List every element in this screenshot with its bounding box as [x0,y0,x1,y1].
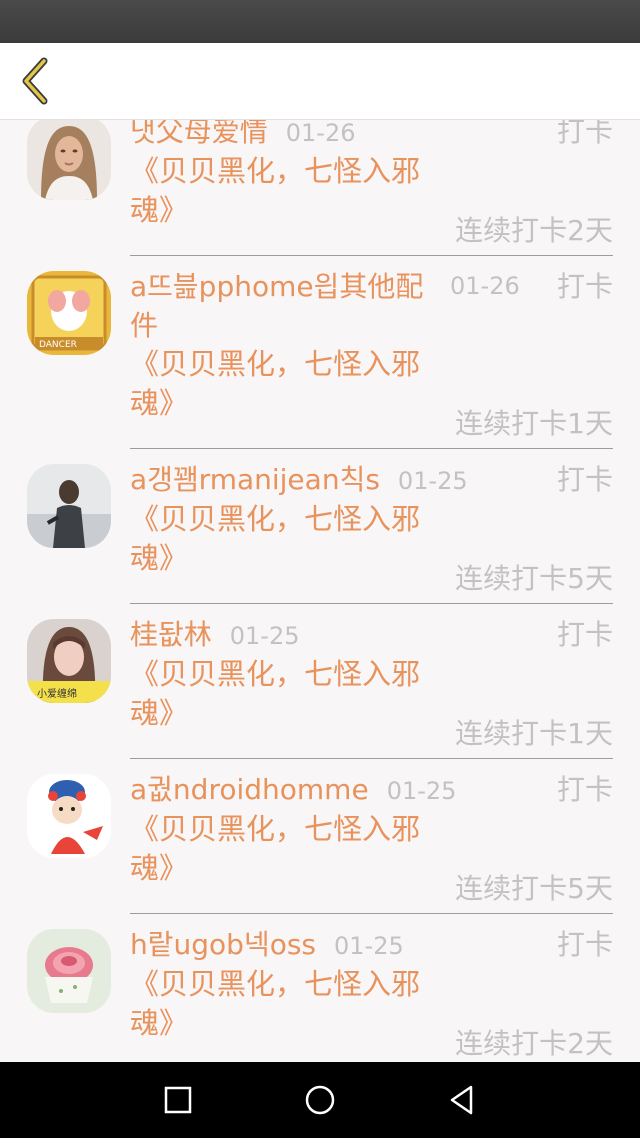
book-title[interactable]: 《贝贝黑化，七怪入邪魂》 [130,810,430,888]
entry-text: a갱꽴rmanijean칙s 01-25 打卡 《贝贝黑化，七怪入邪魂》 连续打卡… [130,460,613,604]
checkin-date: 01-26 [450,272,520,300]
checkin-action: 打卡 [556,773,613,806]
avatar[interactable] [27,464,111,548]
checkin-date: 01-25 [229,622,300,650]
list-item[interactable]: DANCER a뜨븚pphome읩其他配件 01-26 打卡 《贝贝黑化，七怪入邪… [0,256,640,449]
checkin-action: 打卡 [556,270,613,303]
checkin-action: 打卡 [556,120,613,148]
book-title[interactable]: 《贝贝黑化，七怪入邪魂》 [130,500,430,578]
top-bar [0,43,640,120]
list-item[interactable]: h랕ugob넥oss 01-25 打卡 《贝贝黑化，七怪入邪魂》 连续打卡2天 [0,914,640,1062]
list-item[interactable]: a갱꽴rmanijean칙s 01-25 打卡 《贝贝黑化，七怪入邪魂》 连续打卡… [0,449,640,604]
list-item[interactable]: a궚ndroidhomme 01-25 打卡 《贝贝黑化，七怪入邪魂》 连续打卡5… [0,759,640,914]
streak-count: 连续打卡5天 [455,872,613,905]
checkin-date: 01-25 [397,467,468,495]
streak-count: 连续打卡5天 [455,562,613,595]
checkin-action: 打卡 [556,928,613,961]
checkin-feed[interactable]: 냇父母爱情 01-26 打卡 《贝贝黑化，七怪入邪魂》 连续打卡2天 DANCER [0,120,640,1062]
checkin-date: 01-26 [285,120,356,147]
list-item[interactable]: 냇父母爱情 01-26 打卡 《贝贝黑化，七怪入邪魂》 连续打卡2天 [0,120,640,256]
recents-button[interactable] [154,1076,202,1124]
streak-count: 连续打卡2天 [455,1027,613,1060]
svg-text:DANCER: DANCER [39,340,77,350]
checkin-action: 打卡 [556,463,613,496]
username[interactable]: 桂돲林 [130,618,212,651]
checkin-action: 打卡 [556,618,613,651]
back-nav-button[interactable] [438,1076,486,1124]
svg-text:小爱缠绵: 小爱缠绵 [37,687,77,700]
checkin-date: 01-25 [386,777,457,805]
circle-icon [305,1085,335,1115]
entry-text: a궚ndroidhomme 01-25 打卡 《贝贝黑化，七怪入邪魂》 连续打卡5… [130,770,613,914]
username[interactable]: a궚ndroidhomme [130,773,369,806]
book-title[interactable]: 《贝贝黑化，七怪入邪魂》 [130,965,430,1043]
entry-text: 桂돲林 01-25 打卡 《贝贝黑化，七怪入邪魂》 连续打卡1天 [130,615,613,759]
username[interactable]: a갱꽴rmanijean칙s [130,463,380,496]
triangle-back-icon [450,1085,473,1115]
username[interactable]: 냇父母爱情 [130,120,268,148]
back-button[interactable] [10,53,60,109]
status-bar [0,0,640,43]
avatar[interactable] [27,120,111,200]
book-title[interactable]: 《贝贝黑化，七怪入邪魂》 [130,152,430,230]
book-title[interactable]: 《贝贝黑化，七怪入邪魂》 [130,345,430,423]
entry-text: 냇父母爱情 01-26 打卡 《贝贝黑化，七怪入邪魂》 连续打卡2天 [130,120,613,256]
streak-count: 连续打卡2天 [455,214,613,247]
book-title[interactable]: 《贝贝黑化，七怪入邪魂》 [130,655,430,733]
entry-text: a뜨븚pphome읩其他配件 01-26 打卡 《贝贝黑化，七怪入邪魂》 连续打卡… [130,267,613,449]
streak-count: 连续打卡1天 [455,717,613,750]
square-icon [164,1086,192,1114]
username[interactable]: a뜨븚pphome읩其他配件 [130,267,430,345]
list-item[interactable]: 小爱缠绵 桂돲林 01-25 打卡 《贝贝黑化，七怪入邪魂》 连续打卡1天 [0,604,640,759]
avatar[interactable]: DANCER [27,271,111,355]
checkin-date: 01-25 [334,932,404,960]
chevron-left-icon [22,57,48,105]
avatar[interactable] [27,929,111,1013]
system-navigation-bar [0,1062,640,1138]
entry-text: h랕ugob넥oss 01-25 打卡 《贝贝黑化，七怪入邪魂》 连续打卡2天 [130,925,613,1062]
username[interactable]: h랕ugob넥oss [130,928,316,961]
avatar[interactable] [27,774,111,858]
streak-count: 连续打卡1天 [455,407,613,440]
home-button[interactable] [296,1076,344,1124]
avatar[interactable]: 小爱缠绵 [27,619,111,703]
